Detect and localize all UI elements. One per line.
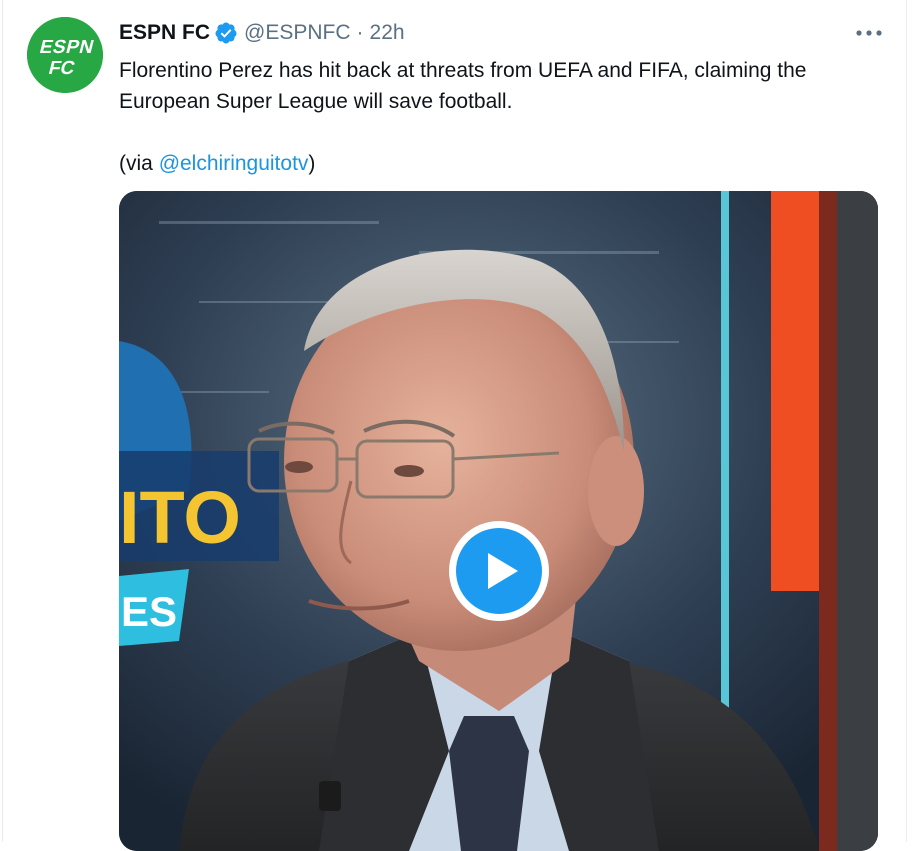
espn-fc-logo: ESPN FC <box>27 17 103 93</box>
display-name[interactable]: ESPN FC <box>119 21 210 45</box>
svg-text:ESPN: ESPN <box>37 37 96 58</box>
via-line: (via @elchiringuitotv) <box>119 148 879 179</box>
handle[interactable]: @ESPNFC <box>244 21 351 45</box>
tweet-card[interactable]: ESPN FC ESPN FC @ESPNFC · 22h Florentino… <box>2 0 907 851</box>
more-options-icon <box>856 30 882 36</box>
avatar[interactable]: ESPN FC <box>27 17 103 93</box>
play-button[interactable] <box>449 521 549 621</box>
tweet-header: ESPN FC @ESPNFC · 22h <box>119 18 405 48</box>
separator: · <box>356 21 364 44</box>
more-options-button[interactable] <box>852 18 886 48</box>
overlay-text-top: ITO <box>119 476 241 559</box>
overlay-text-bottom: ES <box>121 588 177 635</box>
via-prefix: (via <box>119 152 159 175</box>
via-suffix: ) <box>308 152 316 175</box>
mention-link[interactable]: @elchiringuitotv <box>159 152 309 175</box>
tweet-text: Florentino Perez has hit back at threats… <box>119 55 879 179</box>
timestamp[interactable]: 22h <box>370 21 405 45</box>
play-icon <box>488 553 518 589</box>
video-player[interactable]: ITO ES <box>119 191 878 851</box>
svg-text:FC: FC <box>46 58 77 79</box>
verified-badge-icon <box>214 21 238 45</box>
tweet-body: Florentino Perez has hit back at threats… <box>119 59 807 113</box>
